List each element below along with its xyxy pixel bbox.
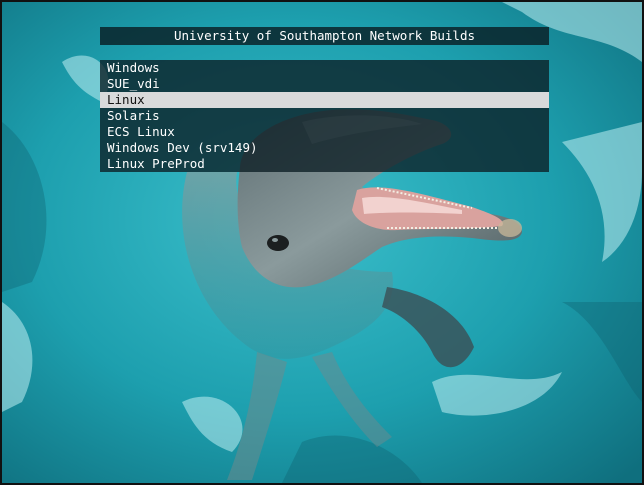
- menu-item-windows[interactable]: Windows: [100, 60, 549, 76]
- menu-item-linux[interactable]: Linux: [100, 92, 549, 108]
- menu-item-sue-vdi[interactable]: SUE_vdi: [100, 76, 549, 92]
- boot-screen: University of Southampton Network Builds…: [0, 0, 644, 485]
- menu-title: University of Southampton Network Builds: [100, 27, 549, 45]
- menu-item-windows-dev[interactable]: Windows Dev (srv149): [100, 140, 549, 156]
- menu-item-ecs-linux[interactable]: ECS Linux: [100, 124, 549, 140]
- boot-menu: Windows SUE_vdi Linux Solaris ECS Linux …: [100, 60, 549, 172]
- menu-item-solaris[interactable]: Solaris: [100, 108, 549, 124]
- menu-item-linux-preprod[interactable]: Linux PreProd: [100, 156, 549, 172]
